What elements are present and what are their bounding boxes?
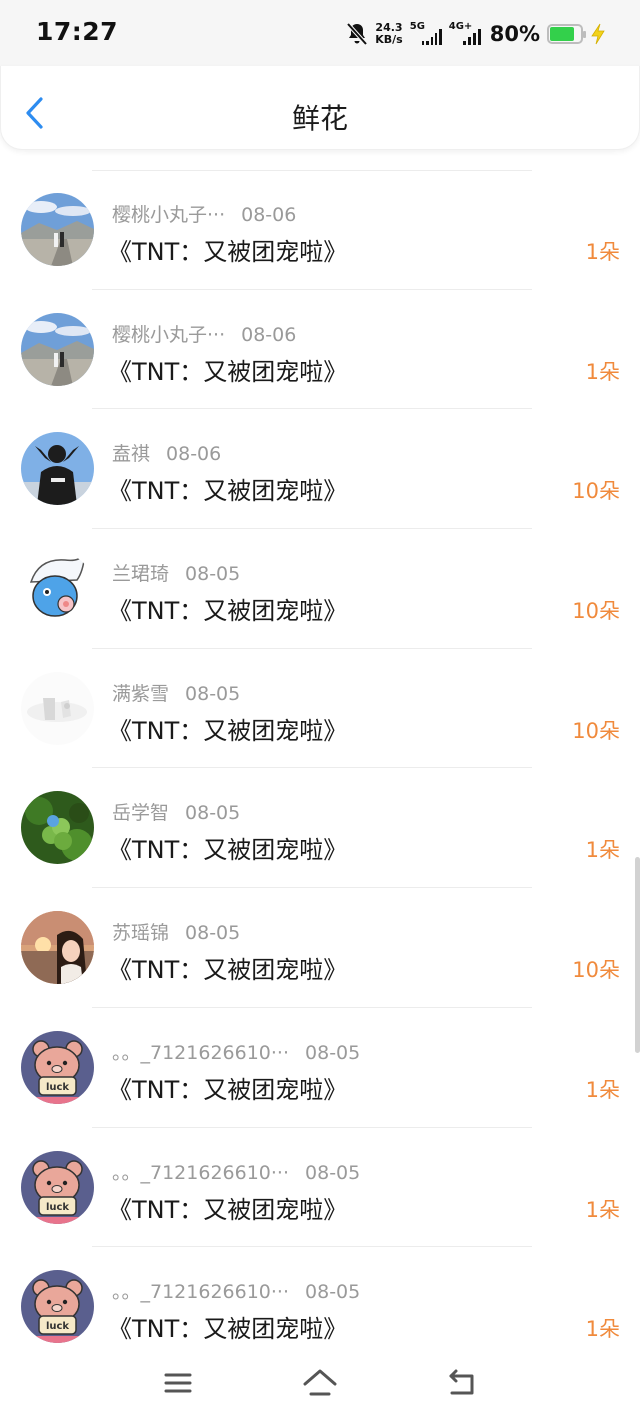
item-date: 08-05 <box>185 922 241 945</box>
battery-percent: 80% <box>489 22 540 46</box>
user-name[interactable]: 。。_7121626610··· <box>112 1281 289 1303</box>
book-title[interactable]: 《TNT：又被团宠啦》 <box>108 950 347 985</box>
signal-4g-label: 4G+ <box>448 21 473 32</box>
battery-icon <box>547 24 586 44</box>
item-meta: 。。_7121626610··· 08-05 <box>112 1277 360 1304</box>
flower-amount: 1朵 <box>585 1077 620 1102</box>
flower-amount: 1朵 <box>585 1197 620 1222</box>
network-speed: 24.3 KB/s <box>375 22 402 46</box>
flower-amount: 1朵 <box>585 359 620 384</box>
item-meta: 樱桃小丸子··· 08-06 <box>112 320 296 347</box>
book-title[interactable]: 《TNT：又被团宠啦》 <box>108 471 347 506</box>
signal-5g-label: 5G <box>409 21 425 32</box>
svg-text:luck: luck <box>46 1082 69 1093</box>
book-title[interactable]: 《TNT：又被团宠啦》 <box>108 830 347 865</box>
flower-amount: 10朵 <box>572 718 620 743</box>
item-meta: 樱桃小丸子··· 08-06 <box>112 200 296 227</box>
item-meta: 。。_7121626610··· 08-05 <box>112 1038 360 1065</box>
book-title[interactable]: 《TNT：又被团宠啦》 <box>108 711 347 746</box>
item-date: 08-05 <box>185 682 241 705</box>
page-header: 鲜花 <box>0 66 640 150</box>
flower-amount: 1朵 <box>585 838 620 863</box>
menu-button[interactable] <box>160 1366 196 1400</box>
svg-text:luck: luck <box>46 1321 69 1332</box>
avatar[interactable] <box>21 552 94 626</box>
flower-amount: 1朵 <box>585 240 620 264</box>
battery-fill <box>550 27 574 41</box>
user-name[interactable]: 岳学智 <box>112 802 169 824</box>
avatar[interactable] <box>21 432 94 506</box>
avatar[interactable] <box>21 312 94 386</box>
item-date: 08-05 <box>305 1161 361 1184</box>
bell-muted-icon <box>346 22 368 46</box>
list-item[interactable]: 盍祺 08-06 《TNT：又被团宠啦》 10朵 <box>0 409 640 530</box>
user-name[interactable]: 盍祺 <box>112 443 150 465</box>
status-indicators: 24.3 KB/s 5G 4G+ 80% <box>346 18 606 50</box>
avatar[interactable] <box>21 791 94 865</box>
avatar[interactable]: luck <box>21 1150 94 1224</box>
user-name[interactable]: 。。_7121626610··· <box>112 1042 289 1064</box>
item-date: 08-05 <box>305 1041 361 1064</box>
item-meta: 盍祺 08-06 <box>112 439 221 466</box>
list-item[interactable]: 樱桃小丸子··· 08-06 《TNT：又被团宠啦》 1朵 <box>0 290 640 410</box>
user-name[interactable]: 苏瑶锦 <box>112 922 169 944</box>
system-navigation-bar <box>0 1348 640 1422</box>
signal-4g-icon: 4G+ <box>448 21 483 45</box>
book-title[interactable]: 《TNT：又被团宠啦》 <box>108 1070 347 1105</box>
item-date: 08-05 <box>185 563 241 586</box>
status-time: 17:27 <box>36 17 119 46</box>
back-icon <box>449 1369 474 1395</box>
flower-amount: 10朵 <box>572 599 620 624</box>
flower-amount: 1朵 <box>585 1317 620 1342</box>
item-date: 08-06 <box>241 204 297 226</box>
item-meta: 兰珺琦 08-05 <box>112 559 240 586</box>
list-item[interactable]: luck 。。_7121626610··· 08-05 《TNT：又被团宠啦》 1朵 <box>0 1128 640 1248</box>
user-name[interactable]: 。。_7121626610··· <box>112 1162 289 1184</box>
charging-bolt-icon <box>591 23 605 45</box>
book-title[interactable]: 《TNT：又被团宠啦》 <box>108 352 347 387</box>
avatar[interactable]: luck <box>21 1270 94 1344</box>
book-title[interactable]: 《TNT：又被团宠啦》 <box>108 1190 347 1225</box>
avatar[interactable] <box>21 671 94 745</box>
scrollbar-thumb[interactable] <box>635 857 640 1053</box>
flower-amount: 10朵 <box>572 479 620 504</box>
home-icon <box>303 1369 337 1396</box>
list-item[interactable]: 兰珺琦 08-05 《TNT：又被团宠啦》 10朵 <box>0 529 640 649</box>
system-back-button[interactable] <box>444 1366 480 1400</box>
item-meta: 苏瑶锦 08-05 <box>112 918 240 945</box>
book-title[interactable]: 《TNT：又被团宠啦》 <box>108 232 347 267</box>
item-date: 08-05 <box>185 802 241 825</box>
item-date: 08-06 <box>166 443 222 466</box>
avatar[interactable]: luck <box>21 1030 94 1104</box>
list-item[interactable]: 樱桃小丸子··· 08-06 《TNT：又被团宠啦》 1朵 <box>0 170 640 290</box>
item-meta: 岳学智 08-05 <box>112 798 240 825</box>
list-item[interactable]: 岳学智 08-05 《TNT：又被团宠啦》 1朵 <box>0 768 640 889</box>
flower-amount: 10朵 <box>572 958 620 983</box>
item-meta: 满紫雪 08-05 <box>112 679 240 706</box>
book-title[interactable]: 《TNT：又被团宠啦》 <box>108 591 347 626</box>
item-date: 08-06 <box>241 323 297 346</box>
user-name[interactable]: 樱桃小丸子··· <box>112 324 225 346</box>
avatar[interactable] <box>21 911 94 985</box>
page-title: 鲜花 <box>291 102 348 135</box>
user-name[interactable]: 满紫雪 <box>112 683 169 705</box>
avatar[interactable] <box>21 193 94 266</box>
user-name[interactable]: 樱桃小丸子··· <box>112 204 225 226</box>
signal-5g-icon: 5G <box>409 21 442 45</box>
item-meta: 。。_7121626610··· 08-05 <box>112 1158 360 1185</box>
svg-text:luck: luck <box>46 1202 69 1213</box>
list-item[interactable]: luck 。。_7121626610··· 08-05 《TNT：又被团宠啦》 1朵 <box>0 1008 640 1128</box>
network-speed-unit: KB/s <box>375 33 403 46</box>
menu-icon <box>164 1373 192 1393</box>
home-button[interactable] <box>302 1366 338 1400</box>
list-item[interactable]: 满紫雪 08-05 《TNT：又被团宠啦》 10朵 <box>0 649 640 769</box>
item-date: 08-05 <box>305 1281 361 1304</box>
user-name[interactable]: 兰珺琦 <box>112 563 169 585</box>
flower-record-list: 樱桃小丸子··· 08-06 《TNT：又被团宠啦》 1朵 樱桃小丸子··· 08-06 《… <box>0 170 640 1367</box>
list-item[interactable]: 苏瑶锦 08-05 《TNT：又被团宠啦》 10朵 <box>0 888 640 1008</box>
status-bar: 17:27 24.3 KB/s 5G 4G+ 80% <box>0 0 640 66</box>
book-title[interactable]: 《TNT：又被团宠啦》 <box>108 1309 347 1344</box>
